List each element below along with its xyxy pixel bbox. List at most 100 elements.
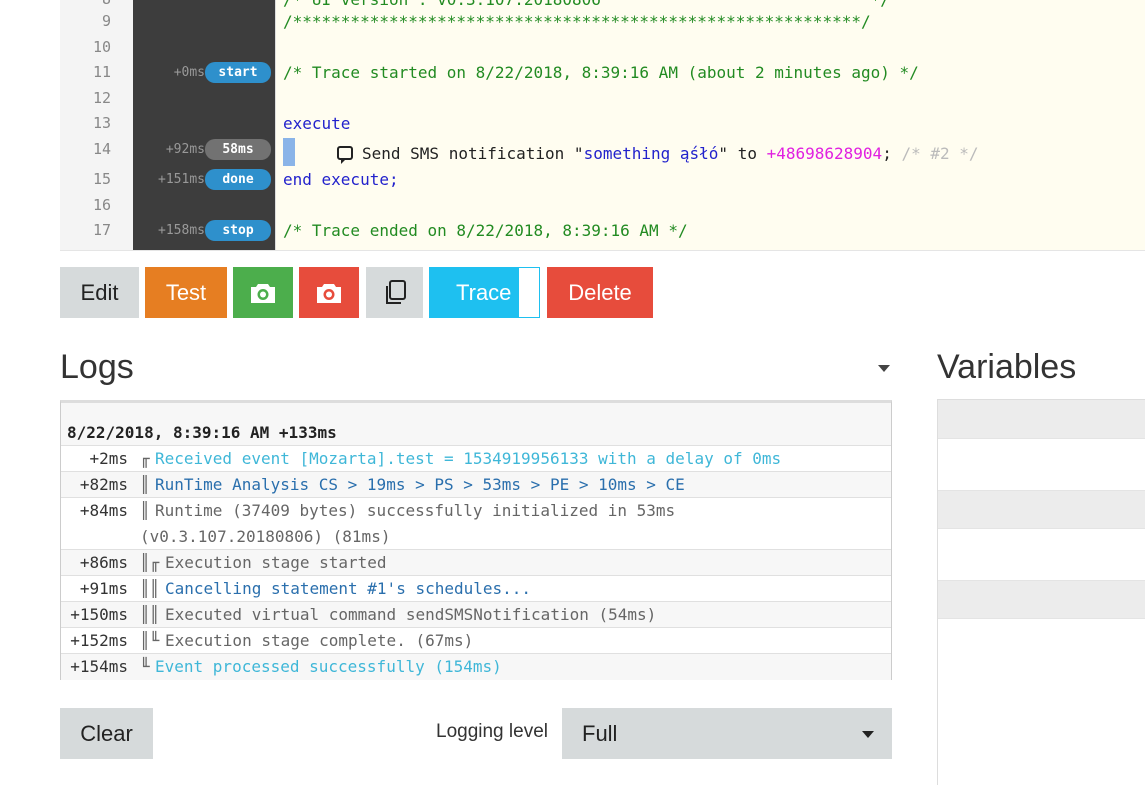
code-line: 9 /*************************************… [60, 9, 1145, 34]
line-number: 14 [92, 140, 111, 158]
log-indent: ║╙ [140, 631, 160, 650]
log-row: +82ms ║ RunTime Analysis CS > 19ms > PS … [61, 471, 891, 498]
logging-level-label: Logging level [436, 721, 548, 742]
line-number: 10 [92, 38, 111, 56]
copy-button[interactable] [366, 267, 423, 318]
variable-row [938, 580, 1145, 619]
clear-button[interactable]: Clear [60, 708, 153, 759]
code-line: 13 execute [60, 111, 1145, 136]
line-number: 16 [92, 196, 111, 214]
execution-marker [283, 138, 295, 166]
code-text: execute [283, 114, 351, 133]
logs-title: Logs [60, 348, 134, 386]
copy-icon [385, 279, 406, 304]
log-timestamp: +154ms [70, 657, 128, 676]
log-indent: ║ [140, 501, 150, 520]
camera-icon [317, 283, 341, 303]
trace-time: +151ms [158, 172, 205, 187]
log-message: RunTime Analysis CS > 19ms > PS > 53ms >… [155, 475, 685, 494]
comment-icon [337, 145, 353, 164]
log-message: Received event [Mozarta].test = 15349199… [155, 449, 782, 468]
code-text: end execute; [283, 170, 399, 189]
code-text: /* Trace started on 8/22/2018, 8:39:16 A… [283, 63, 919, 82]
code-token: " to [718, 144, 767, 163]
variable-row [938, 438, 1145, 491]
code-line: 12 [60, 86, 1145, 111]
log-message: Execution stage started [165, 553, 387, 572]
trace-badge: start [205, 62, 271, 83]
log-message-continued: (v0.3.107.20180806) (81ms) [140, 527, 391, 546]
snapshot-green-button[interactable] [233, 267, 293, 318]
log-message: Cancelling statement #1's schedules... [165, 579, 532, 598]
log-row: +152ms ║╙ Execution stage complete. (67m… [61, 627, 891, 654]
log-indent: ╙ [140, 657, 150, 676]
log-row: +91ms ║║ Cancelling statement #1's sched… [61, 575, 891, 602]
log-timestamp: +82ms [79, 475, 128, 494]
log-row: +154ms ╙ Event processed successfully (1… [61, 653, 891, 680]
log-row: +84ms ║ Runtime (37409 bytes) successful… [61, 497, 891, 550]
log-indent: ╓ [140, 449, 150, 468]
trace-badge: done [205, 169, 271, 190]
code-string: something ąśłó [583, 144, 719, 163]
log-timestamp: +91ms [79, 579, 128, 598]
code-line: 15 +151ms done end execute; [60, 167, 1145, 192]
line-number: 11 [92, 63, 111, 81]
trace-toggle-knob [519, 268, 539, 317]
camera-icon [251, 283, 275, 303]
log-indent: ║╓ [140, 553, 160, 572]
log-timestamp: +150ms [70, 605, 128, 624]
variable-row [938, 528, 1145, 581]
log-indent: ║ [140, 475, 150, 494]
code-token: ; [882, 144, 892, 163]
code-number: +48698628904 [766, 144, 883, 163]
line-number: 12 [92, 89, 111, 107]
log-timestamp: +152ms [70, 631, 128, 650]
variables-title: Variables [937, 348, 1077, 386]
trace-badge: stop [205, 220, 271, 241]
log-indent: ║║ [140, 579, 160, 598]
chevron-down-icon [862, 731, 874, 738]
code-line: 17 +158ms stop /* Trace ended on 8/22/20… [60, 218, 1145, 243]
snapshot-red-button[interactable] [299, 267, 359, 318]
log-row: +2ms ╓ Received event [Mozarta].test = 1… [61, 445, 891, 472]
trace-time: +158ms [158, 223, 205, 238]
trace-time: +92ms [165, 142, 205, 157]
code-text: /* Trace ended on 8/22/2018, 8:39:16 AM … [283, 221, 688, 240]
logs-panel: 8/22/2018, 8:39:16 AM +133ms +2ms ╓ Rece… [60, 400, 892, 680]
log-message: Executed virtual command sendSMSNotifica… [165, 605, 657, 624]
code-line: 14 +92ms 58ms Send SMS notification "som… [60, 137, 1145, 167]
code-editor: 8 /* UI version : v0.3.107.20180806 */ 9… [60, 0, 1145, 251]
chevron-down-icon[interactable] [878, 365, 890, 372]
variable-row [938, 490, 1145, 529]
variables-panel [937, 399, 1145, 785]
logging-level-select[interactable]: Full [562, 708, 892, 759]
code-line: 11 +0ms start /* Trace started on 8/22/2… [60, 60, 1145, 85]
log-message: Runtime (37409 bytes) successfully initi… [155, 501, 676, 520]
trace-label: Trace [456, 279, 512, 305]
code-line: 10 [60, 35, 1145, 60]
code-token: Send SMS notification " [362, 144, 584, 163]
delete-button[interactable]: Delete [547, 267, 653, 318]
test-button[interactable]: Test [145, 267, 227, 318]
line-number: 13 [92, 114, 111, 132]
line-number: 17 [92, 221, 111, 239]
trace-time: +0ms [173, 65, 205, 80]
variables-header-row [938, 400, 1145, 438]
code-text: Send SMS notification "something ąśłó" t… [337, 141, 979, 166]
trace-toggle[interactable]: Trace [429, 267, 540, 318]
logging-level-value: Full [582, 721, 618, 746]
edit-button[interactable]: Edit [60, 267, 139, 318]
log-message: Event processed successfully (154ms) [155, 657, 502, 676]
log-timestamp: +2ms [89, 449, 128, 468]
line-number: 9 [101, 12, 111, 30]
variable-row [938, 618, 1145, 785]
log-row: +150ms ║║ Executed virtual command sendS… [61, 601, 891, 628]
log-timestamp: +84ms [79, 501, 128, 520]
log-row: +86ms ║╓ Execution stage started [61, 549, 891, 576]
log-message: Execution stage complete. (67ms) [165, 631, 474, 650]
logs-header: 8/22/2018, 8:39:16 AM +133ms [67, 423, 337, 442]
code-text: /***************************************… [283, 12, 871, 31]
code-comment: /* #2 */ [891, 144, 979, 163]
log-indent: ║║ [140, 605, 160, 624]
log-timestamp: +86ms [79, 553, 128, 572]
